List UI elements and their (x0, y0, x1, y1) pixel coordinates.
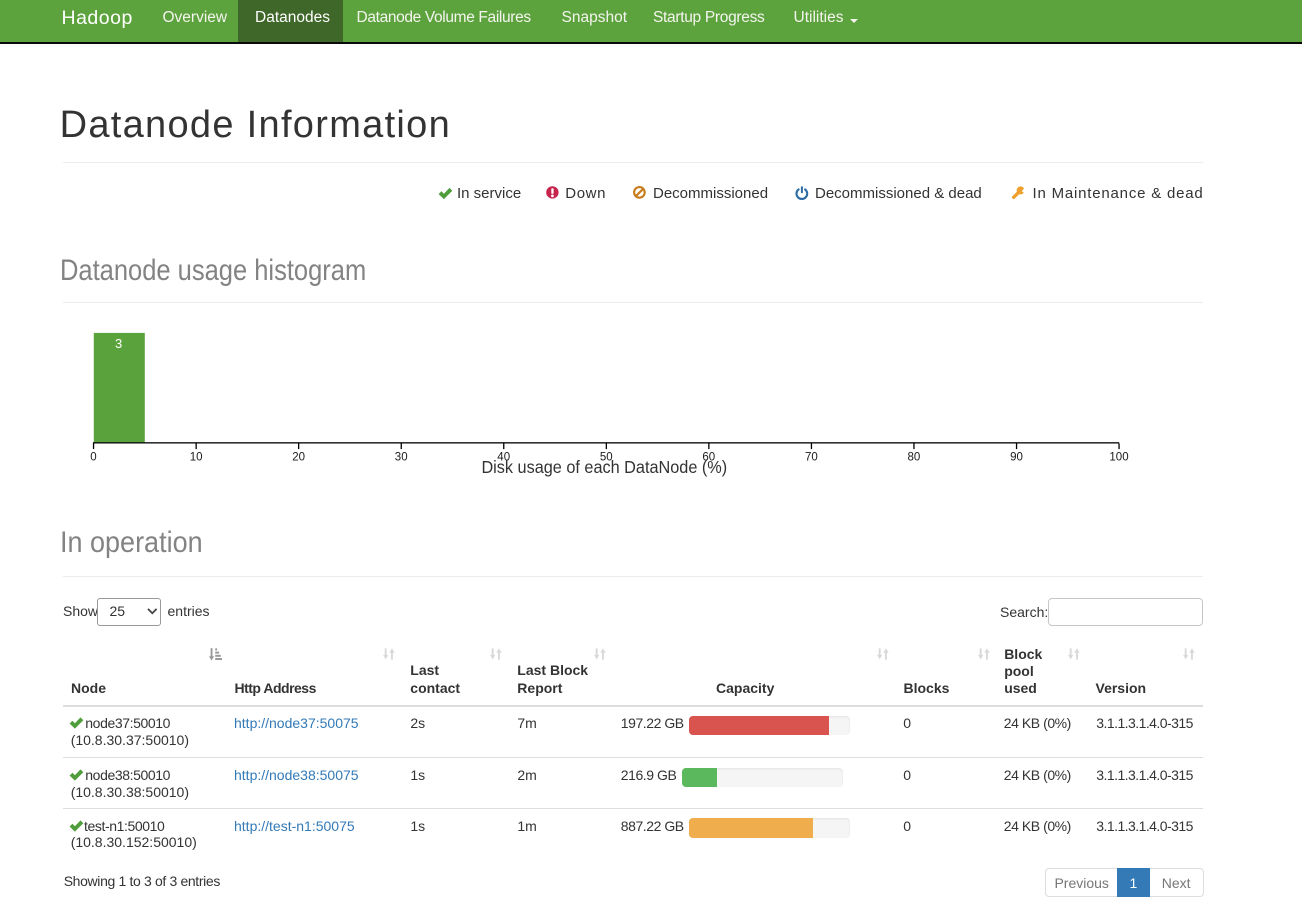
svg-text:70: 70 (805, 451, 818, 463)
svg-text:100: 100 (1109, 451, 1128, 463)
svg-text:90: 90 (1010, 451, 1023, 463)
svg-text:20: 20 (292, 451, 305, 463)
svg-text:10: 10 (190, 451, 203, 463)
svg-text:80: 80 (908, 451, 921, 463)
svg-text:3: 3 (115, 336, 122, 351)
svg-text:30: 30 (395, 451, 408, 463)
svg-text:0: 0 (90, 451, 96, 463)
svg-text:Disk usage of each DataNode (%: Disk usage of each DataNode (%) (481, 457, 727, 477)
